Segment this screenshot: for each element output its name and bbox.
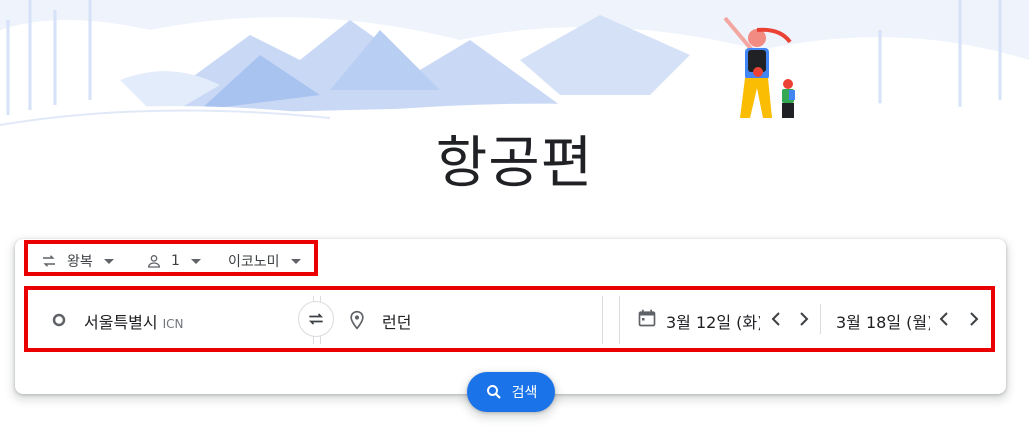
swap-locations-button[interactable] [298,301,334,337]
field-divider [820,304,821,334]
flights-page: 항공편 왕복 1 이코노미 서울특별시 ICN 런던 3월 12일 (화) 3월… [0,0,1029,428]
field-divider [619,296,620,344]
return-date-field[interactable]: 3월 18일 (월) [836,309,930,331]
cabin-class-select[interactable]: 이코노미 [228,247,301,275]
cabin-class-label: 이코노미 [228,254,280,270]
departure-date-field[interactable]: 3월 12일 (화) [666,309,760,331]
calendar-icon [638,309,656,327]
previous-date-button[interactable] [764,307,788,331]
page-title: 항공편 [435,131,594,196]
trip-type-label: 왕복 [67,254,93,270]
hero-illustration [0,0,1029,145]
circle-icon [52,313,66,327]
search-icon [486,385,501,399]
chevron-right-icon [970,312,979,326]
return-date: 3월 18일 (월) [836,313,930,331]
departure-date: 3월 12일 (화) [666,313,760,331]
search-button-label: 검색 [511,385,538,401]
trip-type-select[interactable]: 왕복 [40,247,114,275]
origin-city: 서울특별시 [84,313,158,332]
search-button[interactable]: 검색 [467,372,555,412]
next-date-button[interactable] [792,307,816,331]
chevron-right-icon [800,312,809,326]
previous-return-date-button[interactable] [932,307,956,331]
chevron-down-icon [103,258,114,264]
field-divider [602,296,603,344]
origin-code: ICN [162,317,184,331]
person-icon [147,254,161,268]
destination-field[interactable]: 런던 [340,298,598,342]
next-return-date-button[interactable] [962,307,986,331]
location-pin-icon [350,310,364,330]
origin-field[interactable]: 서울특별시 ICN [44,298,298,342]
swap-icon [308,313,324,325]
chevron-down-icon [290,258,301,264]
passenger-count: 1 [171,253,180,269]
destination-city: 런던 [382,313,412,332]
chevron-left-icon [771,312,780,326]
chevron-left-icon [939,312,948,326]
swap-horizontal-icon [43,255,55,267]
passenger-select[interactable]: 1 [146,247,201,275]
chevron-down-icon [190,258,201,264]
